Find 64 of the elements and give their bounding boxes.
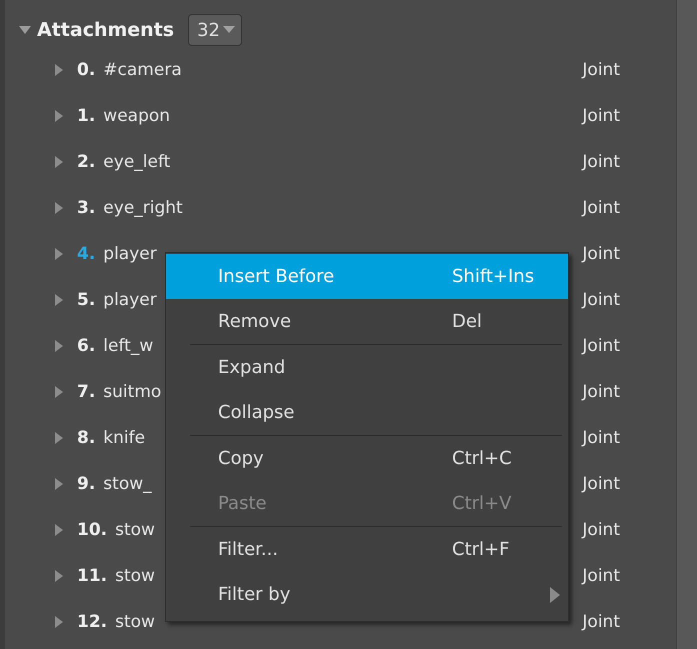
menu-item[interactable]: Expand <box>166 345 568 390</box>
attachment-name: stow <box>115 566 155 586</box>
scrollbar-track[interactable] <box>676 0 697 649</box>
expand-triangle-icon[interactable] <box>53 478 65 490</box>
attachment-type: Joint <box>582 244 620 264</box>
attachment-type: Joint <box>582 612 620 632</box>
expand-triangle-icon[interactable] <box>53 386 65 398</box>
row-index: 4. <box>77 244 96 264</box>
menu-item[interactable]: Copy Ctrl+C <box>166 436 568 481</box>
expand-triangle-icon[interactable] <box>53 570 65 582</box>
row-index: 10. <box>77 520 108 540</box>
attachment-name: stow <box>115 520 155 540</box>
attachment-name: stow_ <box>103 474 152 494</box>
row-index: 12. <box>77 612 108 632</box>
menu-item[interactable]: Collapse <box>166 390 568 435</box>
menu-item[interactable]: Filter... Ctrl+F <box>166 527 568 572</box>
expand-triangle-icon[interactable] <box>53 202 65 214</box>
attachment-type: Joint <box>582 60 620 80</box>
menu-item[interactable]: Filter by <box>166 572 568 617</box>
attachment-name: stow <box>115 612 155 632</box>
attachment-type: Joint <box>582 428 620 448</box>
row-index: 11. <box>77 566 108 586</box>
attachment-name: #camera <box>103 60 182 80</box>
attachment-name: left_w <box>103 336 154 356</box>
caret-icon <box>223 26 235 34</box>
attachment-type: Joint <box>582 566 620 586</box>
submenu-arrow-icon <box>550 586 560 602</box>
attachment-type: Joint <box>582 382 620 402</box>
expand-triangle-icon[interactable] <box>53 432 65 444</box>
expand-triangle-icon[interactable] <box>53 248 65 260</box>
attachment-type: Joint <box>582 290 620 310</box>
section-title: Attachments <box>37 19 174 41</box>
expand-triangle-icon[interactable] <box>53 524 65 536</box>
row-index: 2. <box>77 152 96 172</box>
attachment-name: knife <box>103 428 146 448</box>
row-index: 1. <box>77 106 96 126</box>
expand-triangle-icon[interactable] <box>53 294 65 306</box>
attachment-type: Joint <box>582 474 620 494</box>
row-index: 5. <box>77 290 96 310</box>
attachment-type: Joint <box>582 520 620 540</box>
row-index: 7. <box>77 382 96 402</box>
attachment-name: eye_left <box>103 152 170 172</box>
attachment-type: Joint <box>582 198 620 218</box>
row-index: 9. <box>77 474 96 494</box>
attachment-type: Joint <box>582 152 620 172</box>
attachment-type: Joint <box>582 106 620 126</box>
attachment-name: suitmo <box>103 382 162 402</box>
row-index: 3. <box>77 198 96 218</box>
collapse-triangle-icon[interactable] <box>19 24 31 36</box>
menu-item[interactable]: Remove Del <box>166 299 568 344</box>
attachment-type: Joint <box>582 336 620 356</box>
row-index: 6. <box>77 336 96 356</box>
count-dropdown[interactable]: 32 <box>188 14 242 46</box>
expand-triangle-icon[interactable] <box>53 616 65 628</box>
attachment-name: eye_right <box>103 198 183 218</box>
expand-triangle-icon[interactable] <box>53 64 65 76</box>
expand-triangle-icon[interactable] <box>53 110 65 122</box>
expand-triangle-icon[interactable] <box>53 340 65 352</box>
row-index: 0. <box>77 60 96 80</box>
expand-triangle-icon[interactable] <box>53 156 65 168</box>
attachment-name: player <box>103 244 157 264</box>
row-index: 8. <box>77 428 96 448</box>
attachment-name: player <box>103 290 157 310</box>
attachment-name: weapon <box>103 106 170 126</box>
